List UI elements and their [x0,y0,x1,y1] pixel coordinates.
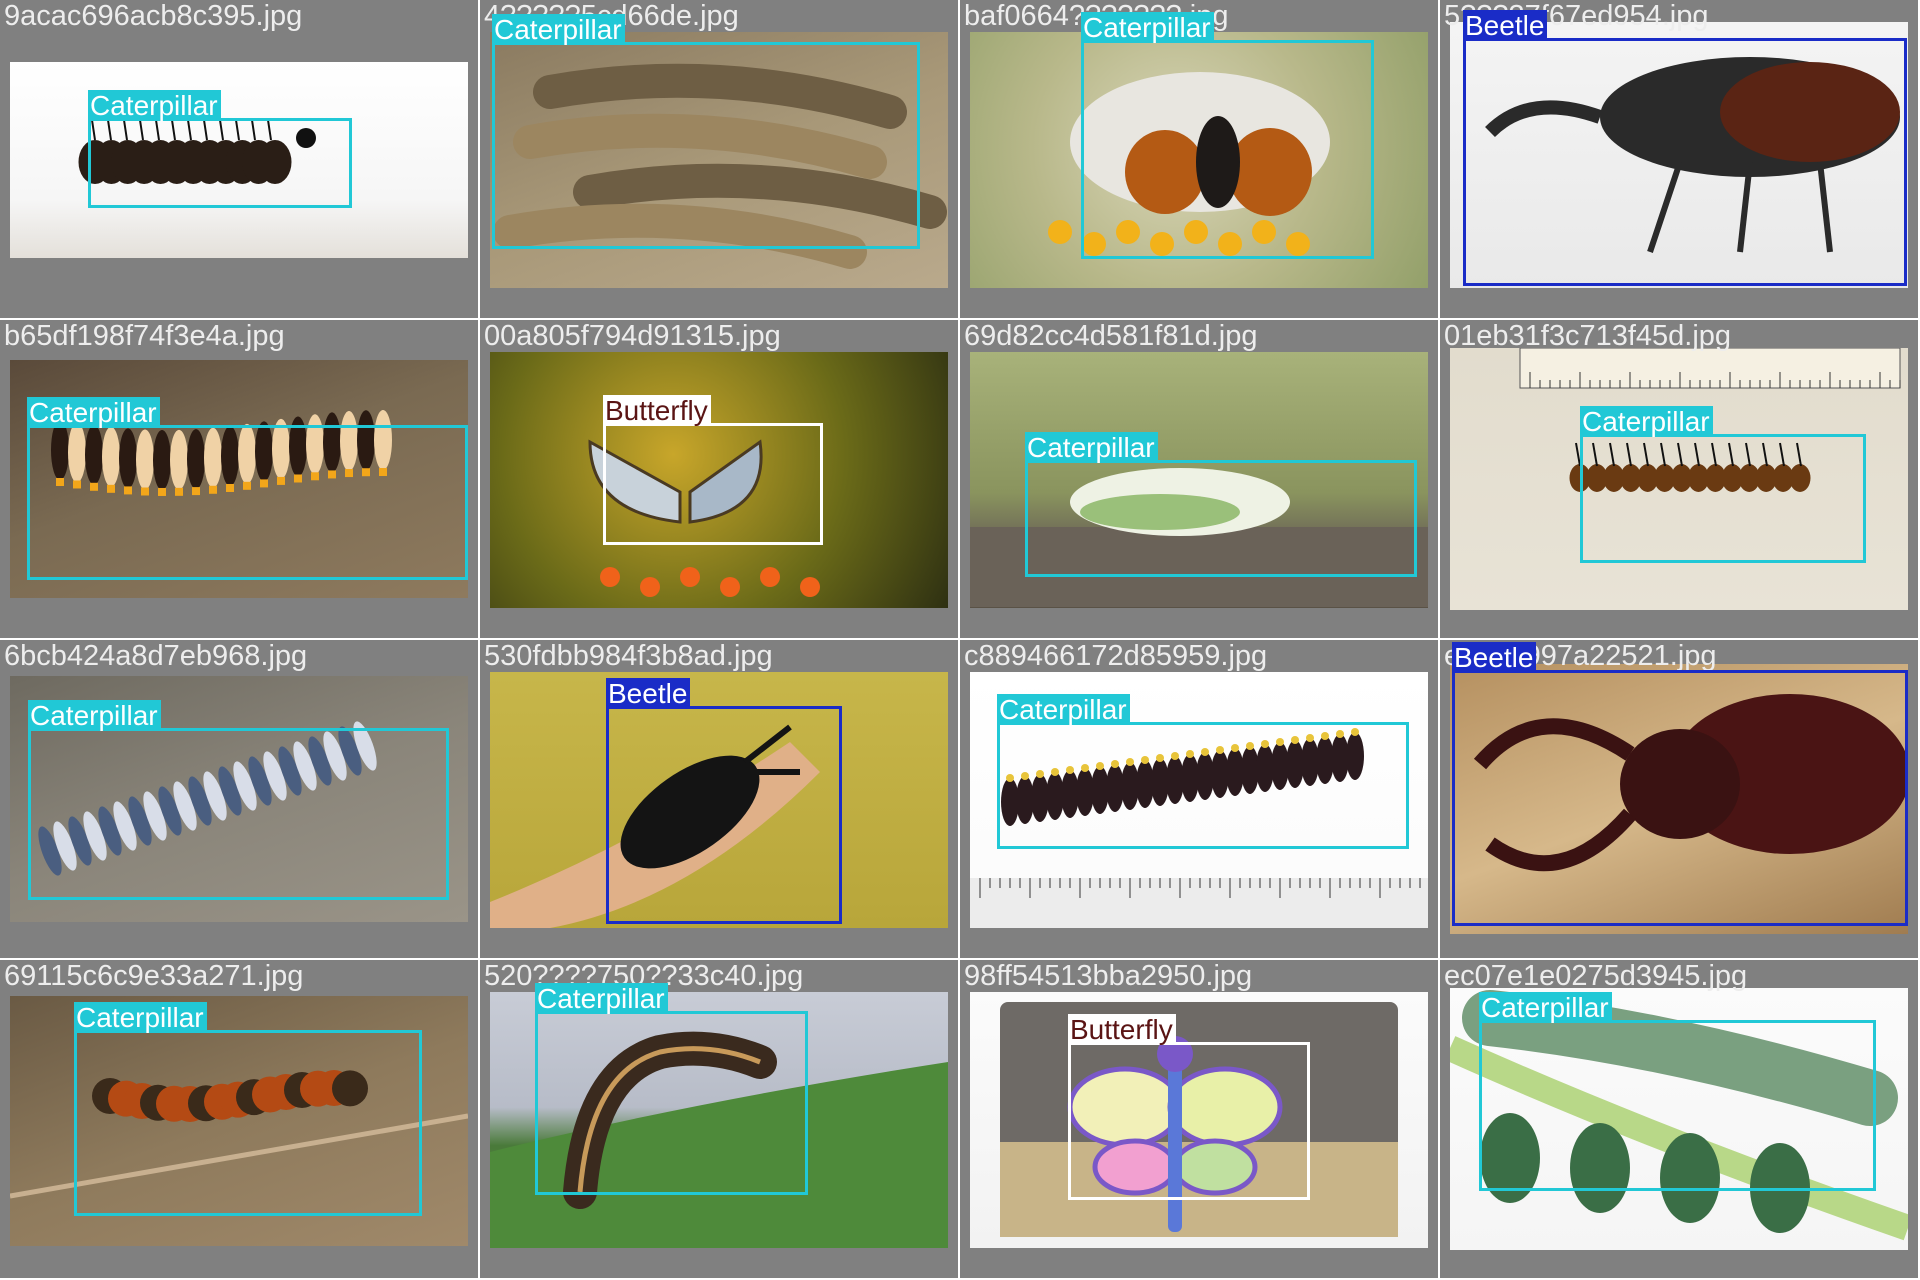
image-tile[interactable]: 530fdbb984f3b8ad.jpg Beetle [480,640,958,958]
tile-filename: b65df198f74f3e4a.jpg [4,320,285,352]
detection-label: Caterpillar [1081,11,1214,43]
tile-filename: 01eb31f3c713f45d.jpg [1444,320,1732,352]
tile-filename: 530fdbb984f3b8ad.jpg [484,640,773,672]
detection-grid: 9acac696acb8c395.jpgCaterpillar4?????5cd… [0,0,1920,1280]
detection-box-caterpillar: Caterpillar [27,396,468,580]
tile-filename: 69115c6c9e33a271.jpg [4,960,304,992]
detection-label: Caterpillar [1580,405,1713,437]
image-tile[interactable]: 69d82cc4d581f81d.jpg Caterpillar [960,320,1438,638]
image-tile[interactable]: b65df198f74f3e4a.jpg Caterpillar [0,320,478,638]
image-tile[interactable]: e???9997a22521.jpg Beetle [1440,640,1918,958]
detection-box-caterpillar: Caterpillar [1025,431,1417,577]
detection-box-caterpillar: Caterpillar [1081,11,1374,259]
detection-box-butterfly: Butterfly [1068,1013,1310,1200]
image-tile[interactable]: 98ff54513bba2950.jpg Butterfly [960,960,1438,1278]
detection-label: Caterpillar [74,1001,207,1033]
tile-filename: ec07e1e0275d3945.jpg [1444,960,1748,992]
detection-label: Caterpillar [535,982,668,1014]
detection-box-caterpillar: Caterpillar [492,13,920,249]
detection-box-caterpillar: Caterpillar [88,89,352,208]
detection-label: Caterpillar [1479,991,1612,1023]
tile-filename: 69d82cc4d581f81d.jpg [964,320,1258,352]
tile-filename: 9acac696acb8c395.jpg [4,0,303,32]
image-tile[interactable]: 69115c6c9e33a271.jpg Caterpillar [0,960,478,1278]
detection-box-caterpillar: Caterpillar [1580,405,1866,563]
detection-label: Butterfly [603,394,711,426]
tile-filename: 00a805f794d91315.jpg [484,320,781,352]
detection-box-beetle: Beetle [606,677,842,924]
image-tile[interactable]: c889466172d85959.jpg Caterpillar [960,640,1438,958]
detection-box-beetle: Beetle [1452,641,1908,926]
detection-label: Caterpillar [997,693,1130,725]
detection-label: Caterpillar [88,89,221,121]
tile-filename: 98ff54513bba2950.jpg [964,960,1253,992]
tile-filename: c889466172d85959.jpg [964,640,1268,672]
detection-label: Beetle [1452,641,1537,673]
detection-box-caterpillar: Caterpillar [74,1001,422,1216]
detection-label: Caterpillar [1025,431,1158,463]
image-tile[interactable]: 4?????5cd66de.jpgCaterpillar [480,0,958,318]
detection-box-caterpillar: Caterpillar [28,699,449,900]
image-tile[interactable]: 520????750??33c40.jpg Caterpillar [480,960,958,1278]
detection-box-caterpillar: Caterpillar [535,982,808,1195]
detection-label: Beetle [1463,9,1548,41]
detection-label: Caterpillar [28,699,161,731]
detection-box-beetle: Beetle [1463,9,1907,286]
detection-label: Caterpillar [492,13,625,45]
detection-label: Caterpillar [27,396,160,428]
image-tile[interactable]: 01eb31f3c713f45d.jpg Caterpillar [1440,320,1918,638]
image-tile[interactable]: 00a805f794d91315.jpg Butterfly [480,320,958,638]
detection-box-butterfly: Butterfly [603,394,823,545]
image-tile[interactable]: 9acac696acb8c395.jpg Caterpillar [0,0,478,318]
image-tile[interactable]: 5???37f67ed954.jpg Beetle [1440,0,1918,318]
image-tile[interactable]: baf0664???????.jpgCaterpillar [960,0,1438,318]
image-tile[interactable]: 6bcb424a8d7eb968.jpg Caterpillar [0,640,478,958]
tile-filename: 6bcb424a8d7eb968.jpg [4,640,308,672]
image-tile[interactable]: ec07e1e0275d3945.jpg Caterpillar [1440,960,1918,1278]
detection-label: Beetle [606,677,691,709]
detection-box-caterpillar: Caterpillar [1479,991,1876,1191]
detection-box-caterpillar: Caterpillar [997,693,1409,849]
detection-label: Butterfly [1068,1013,1176,1045]
